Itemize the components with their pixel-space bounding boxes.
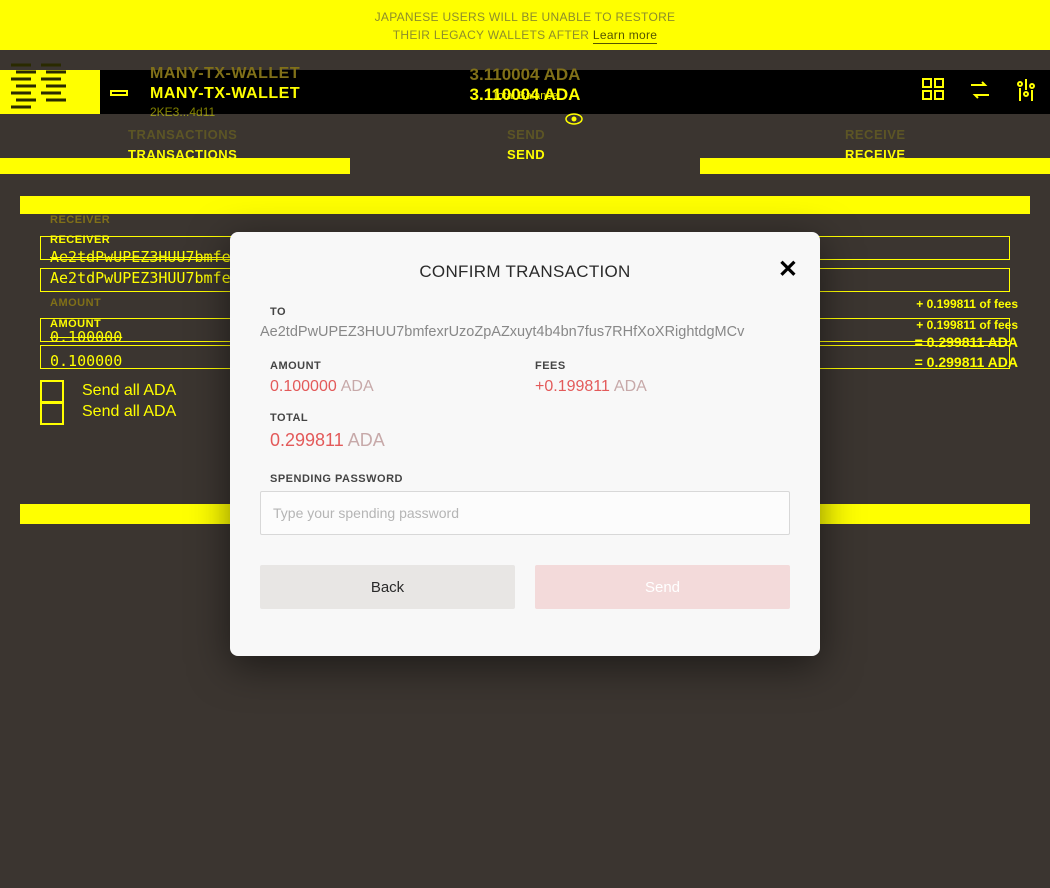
to-label: TO [270,306,790,318]
confirm-transaction-modal: CONFIRM TRANSACTION ✕ TO Ae2tdPwUPEZ3HUU… [230,232,820,656]
to-address: Ae2tdPwUPEZ3HUU7bmfexrUzoZpAZxuyt4b4bn7f… [260,324,790,340]
spending-password-input[interactable] [260,491,790,535]
modal-title: CONFIRM TRANSACTION [260,262,790,282]
modal-overlay: CONFIRM TRANSACTION ✕ TO Ae2tdPwUPEZ3HUU… [0,0,1050,888]
spending-password-label: SPENDING PASSWORD [270,473,790,485]
total-value: 0.299811ADA [270,430,790,451]
back-button[interactable]: Back [260,565,515,609]
fees-label: FEES [535,360,790,372]
total-label: TOTAL [270,412,790,424]
amount-label: AMOUNT [270,360,525,372]
fees-value: +0.199811ADA [535,378,790,396]
amount-value: 0.100000ADA [270,378,525,396]
send-button[interactable]: Send [535,565,790,609]
close-icon[interactable]: ✕ [778,258,798,282]
